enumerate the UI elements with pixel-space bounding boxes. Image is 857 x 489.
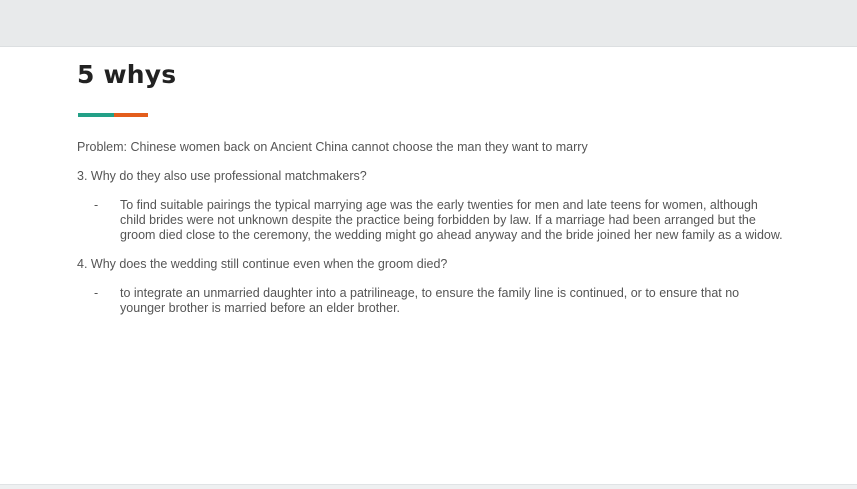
bottom-edge — [0, 484, 857, 489]
slide: 5 whys Problem: Chinese women back on An… — [0, 47, 857, 484]
bullet-dash: - — [94, 198, 99, 212]
accent-segment-orange — [114, 113, 148, 117]
answer-4-bullet: - to integrate an unmarried daughter int… — [77, 286, 787, 316]
answer-3-bullet: - To find suitable pairings the typical … — [77, 198, 787, 243]
top-toolbar-area — [0, 0, 857, 47]
slide-title: 5 whys — [77, 60, 177, 89]
problem-statement: Problem: Chinese women back on Ancient C… — [77, 140, 588, 154]
answer-3-text: To find suitable pairings the typical ma… — [120, 198, 783, 242]
question-3: 3. Why do they also use professional mat… — [77, 169, 367, 183]
answer-4-text: to integrate an unmarried daughter into … — [120, 286, 740, 315]
question-4: 4. Why does the wedding still continue e… — [77, 257, 448, 271]
bullet-dash: - — [94, 286, 99, 300]
slide-body: Problem: Chinese women back on Ancient C… — [77, 140, 787, 330]
accent-segment-green — [78, 113, 114, 117]
title-accent-bar — [78, 113, 148, 117]
